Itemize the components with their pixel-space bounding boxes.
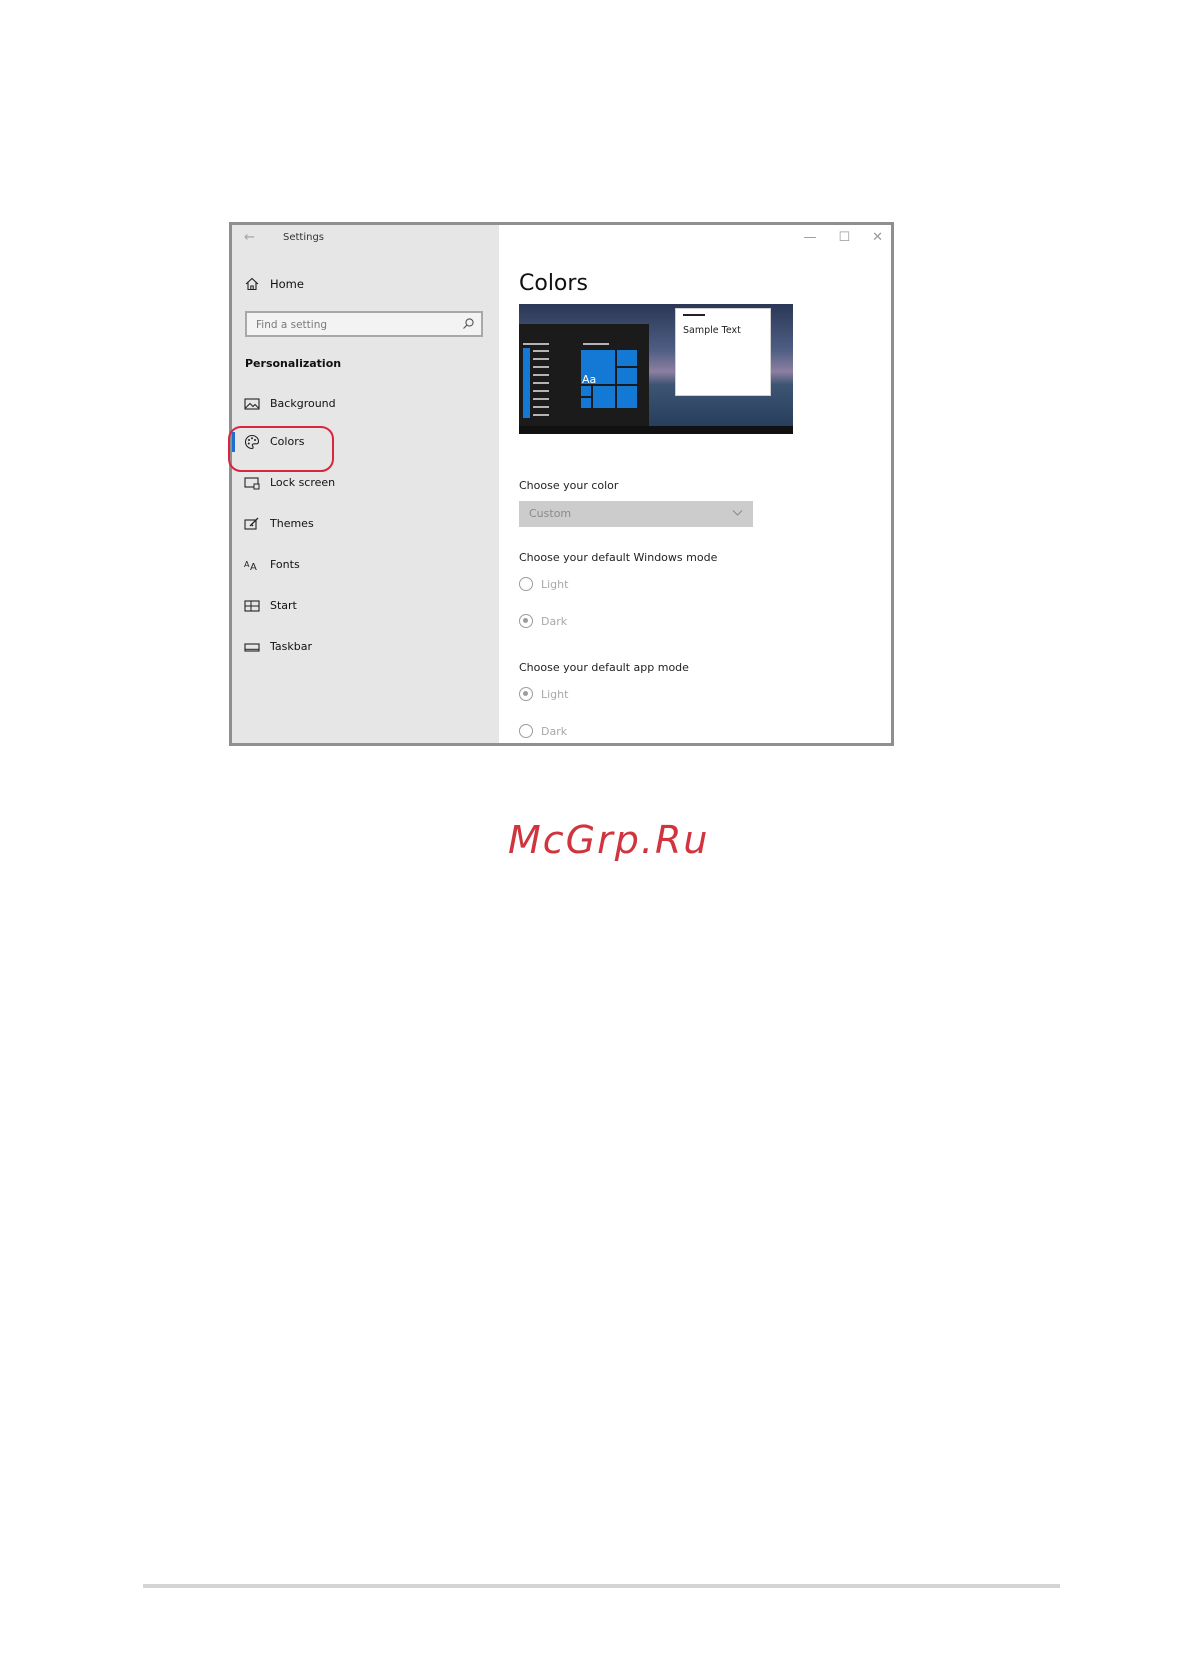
preview-sample-text: Sample Text [683, 325, 741, 336]
windows-mode-dark-radio[interactable]: Dark [519, 614, 567, 628]
start-icon [244, 600, 260, 612]
search-box[interactable] [245, 311, 483, 337]
radio-circle[interactable] [519, 724, 533, 738]
sidebar-item-label: Fonts [270, 558, 300, 571]
footer-divider [143, 1584, 1060, 1588]
home-icon [245, 277, 259, 291]
minimize-icon[interactable]: — [803, 230, 816, 245]
watermark: McGrp.Ru [508, 818, 710, 862]
preview-sample-line [683, 314, 705, 316]
choose-color-label: Choose your color [519, 479, 619, 492]
sidebar-item-label: Taskbar [270, 640, 312, 653]
lock-screen-icon [244, 477, 260, 490]
chevron-down-icon [732, 510, 743, 516]
theme-preview: Aa Sample Text [519, 304, 793, 434]
preview-tile-text: Aa [582, 373, 597, 386]
preview-taskbar [519, 426, 793, 434]
page-title: Colors [519, 271, 588, 296]
home-label: Home [270, 277, 304, 291]
search-input[interactable] [247, 314, 456, 336]
radio-label: Dark [541, 614, 568, 628]
radio-label: Dark [541, 724, 568, 738]
app-mode-label: Choose your default app mode [519, 661, 689, 674]
sidebar-item-background[interactable]: Background [232, 392, 499, 416]
highlight-ring [228, 426, 334, 472]
sidebar-item-label: Start [270, 599, 297, 612]
back-arrow-icon[interactable]: ← [244, 230, 255, 245]
app-mode-light-radio[interactable]: Light [519, 687, 568, 701]
image-icon [244, 398, 260, 410]
content-pane: — ☐ ✕ Colors Aa Sample Text Choose your … [499, 225, 891, 743]
taskbar-icon [244, 643, 260, 652]
radio-circle[interactable] [519, 577, 533, 591]
settings-window: ← Settings Home Personalization Backgrou… [229, 222, 894, 746]
window-controls: — ☐ ✕ [803, 230, 883, 245]
preview-sample-window: Sample Text [675, 308, 771, 396]
sidebar-item-taskbar[interactable]: Taskbar [232, 635, 499, 659]
sidebar: ← Settings Home Personalization Backgrou… [232, 225, 499, 743]
svg-text:A: A [250, 562, 257, 573]
search-icon[interactable] [462, 317, 475, 330]
sidebar-item-label: Lock screen [270, 476, 336, 489]
sidebar-item-start[interactable]: Start [232, 594, 499, 618]
choose-color-value: Custom [529, 507, 572, 520]
close-icon[interactable]: ✕ [872, 230, 883, 245]
sidebar-item-themes[interactable]: Themes [232, 512, 499, 536]
radio-circle-selected[interactable] [519, 614, 533, 628]
sidebar-item-fonts[interactable]: A A Fonts [232, 553, 499, 577]
themes-icon [244, 517, 259, 530]
radio-label: Light [541, 687, 569, 701]
choose-color-dropdown[interactable]: Custom [519, 501, 753, 527]
windows-mode-label: Choose your default Windows mode [519, 551, 718, 564]
section-title-personalization: Personalization [245, 357, 342, 370]
sidebar-item-lock-screen[interactable]: Lock screen [232, 471, 499, 495]
sidebar-item-label: Background [270, 397, 336, 410]
radio-label: Light [541, 577, 569, 591]
window-title: Settings [283, 232, 325, 243]
sidebar-item-label: Themes [270, 517, 314, 530]
app-mode-dark-radio[interactable]: Dark [519, 724, 567, 738]
windows-mode-light-radio[interactable]: Light [519, 577, 568, 591]
maximize-icon[interactable]: ☐ [838, 230, 850, 245]
radio-circle-selected[interactable] [519, 687, 533, 701]
fonts-icon: A A [244, 560, 257, 573]
sidebar-item-home[interactable]: Home [245, 276, 304, 292]
